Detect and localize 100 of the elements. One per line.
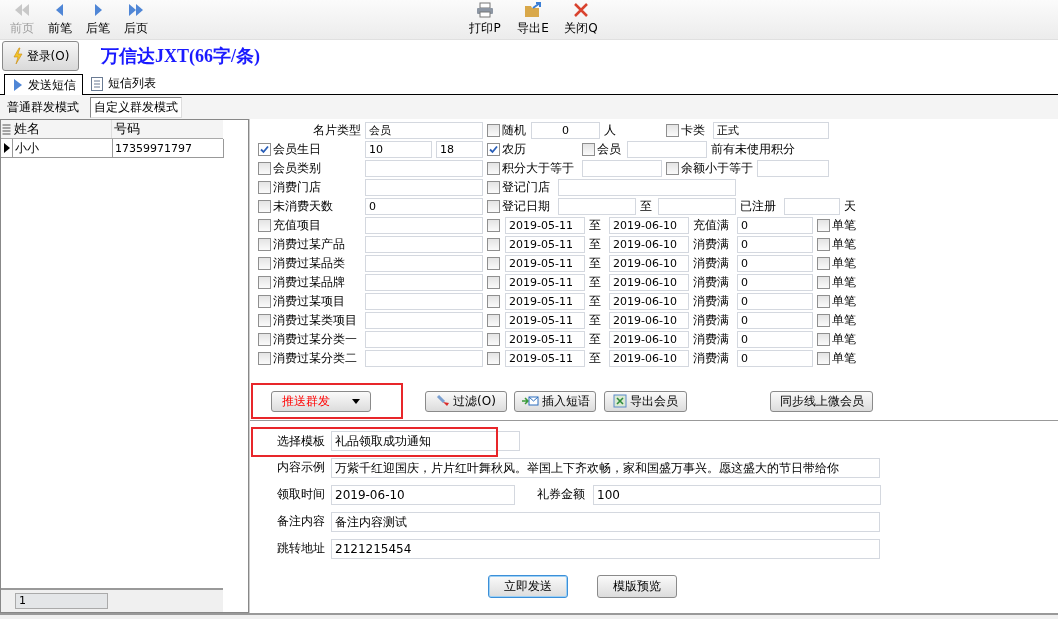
text-field[interactable]: 2019-06-10 [609,217,689,234]
text-field[interactable]: 2019-05-11 [505,350,585,367]
text-field[interactable]: 2121215454 [331,538,880,559]
action-button[interactable]: 立即发送 [488,575,568,598]
checkbox[interactable] [817,333,830,346]
text-field[interactable]: 0 [737,350,813,367]
checkbox[interactable] [487,162,500,175]
action-button[interactable]: 模版预览 [597,575,677,598]
text-field[interactable]: 礼品领取成功通知 [331,431,520,451]
action-button[interactable]: 插入短语 [514,390,596,412]
text-field[interactable]: 0 [365,198,483,215]
text-field[interactable] [365,236,483,253]
table-row[interactable]: 小小 17359971797 [1,139,224,158]
text-field[interactable]: 2019-06-10 [609,293,689,310]
checkbox[interactable] [817,295,830,308]
text-field[interactable]: 0 [737,255,813,272]
text-field[interactable]: 2019-05-11 [505,236,585,253]
checkbox[interactable] [258,295,271,308]
text-field[interactable] [558,179,736,196]
text-field[interactable] [558,198,636,215]
checkbox[interactable] [258,219,271,232]
text-field[interactable]: 10 [365,141,432,158]
text-field[interactable] [365,331,483,348]
checkbox[interactable] [258,143,271,156]
text-field[interactable] [757,160,829,177]
text-field[interactable] [658,198,736,215]
tab[interactable]: 短信列表 [83,74,162,94]
checkbox[interactable] [487,276,500,289]
checkbox[interactable] [258,352,271,365]
checkbox[interactable] [666,162,679,175]
checkbox[interactable] [817,238,830,251]
text-field[interactable]: 0 [737,236,813,253]
checkbox[interactable] [258,238,271,251]
text-field[interactable] [365,274,483,291]
text-field[interactable] [365,255,483,272]
text-field[interactable]: 18 [436,141,483,158]
text-field[interactable]: 0 [737,274,813,291]
toolbar-button[interactable]: 导出E [511,0,555,38]
text-field[interactable]: 2019-06-10 [609,274,689,291]
text-field[interactable]: 2019-05-11 [505,217,585,234]
text-field[interactable] [365,217,483,234]
toolbar-button[interactable]: 关闭Q [559,0,603,38]
tab[interactable]: 发送短信 [4,74,83,95]
text-field[interactable] [365,312,483,329]
text-field[interactable] [784,198,840,215]
checkbox[interactable] [817,276,830,289]
text-field[interactable]: 2019-06-10 [609,350,689,367]
checkbox[interactable] [666,124,679,137]
checkbox[interactable] [487,333,500,346]
text-field[interactable]: 2019-05-11 [505,312,585,329]
checkbox[interactable] [487,257,500,270]
action-button[interactable]: 导出会员 [604,390,687,412]
text-field[interactable] [582,160,662,177]
checkbox[interactable] [487,181,500,194]
text-field[interactable]: 备注内容测试 [331,511,880,532]
text-field[interactable]: 0 [737,331,813,348]
checkbox[interactable] [817,314,830,327]
checkbox[interactable] [817,219,830,232]
checkbox[interactable] [487,352,500,365]
checkbox[interactable] [258,257,271,270]
text-field[interactable]: 正式 [713,122,829,139]
text-field[interactable] [627,141,707,158]
text-field[interactable]: 会员 [365,122,483,139]
text-field[interactable] [365,160,483,177]
text-field[interactable]: 0 [737,217,813,234]
checkbox[interactable] [817,257,830,270]
text-field[interactable]: 2019-06-10 [609,331,689,348]
checkbox[interactable] [258,181,271,194]
text-field[interactable] [365,179,483,196]
text-field[interactable]: 万紫千红迎国庆，片片红叶舞秋风。举国上下齐欢畅，家和国盛万事兴。愿这盛大的节日带给你 [331,457,880,478]
mode-tab[interactable]: 自定义群发模式 [90,96,182,118]
text-field[interactable]: 2019-05-11 [505,274,585,291]
toolbar-button[interactable]: 后笔 [79,0,117,38]
toolbar-button[interactable]: 打印P [463,0,507,38]
mode-tab[interactable]: 普通群发模式 [4,97,82,117]
checkbox[interactable] [258,200,271,213]
action-button[interactable]: 同步线上微会员 [770,390,873,412]
text-field[interactable]: 2019-05-11 [505,331,585,348]
checkbox[interactable] [487,200,500,213]
toolbar-button[interactable]: 前笔 [41,0,79,38]
text-field[interactable]: 2019-06-10 [331,484,515,505]
text-field[interactable]: 0 [531,122,600,139]
checkbox[interactable] [258,162,271,175]
text-field[interactable]: 2019-06-10 [609,255,689,272]
toolbar-button[interactable]: 后页 [117,0,155,38]
text-field[interactable]: 100 [593,484,881,505]
checkbox[interactable] [258,333,271,346]
text-field[interactable]: 2019-05-11 [505,255,585,272]
text-field[interactable] [365,350,483,367]
checkbox[interactable] [487,295,500,308]
checkbox[interactable] [258,276,271,289]
checkbox[interactable] [487,314,500,327]
text-field[interactable]: 0 [737,293,813,310]
text-field[interactable] [365,293,483,310]
text-field[interactable]: 2019-06-10 [609,236,689,253]
checkbox[interactable] [258,314,271,327]
checkbox[interactable] [817,352,830,365]
checkbox[interactable] [487,219,500,232]
text-field[interactable]: 2019-05-11 [505,293,585,310]
checkbox[interactable] [487,238,500,251]
